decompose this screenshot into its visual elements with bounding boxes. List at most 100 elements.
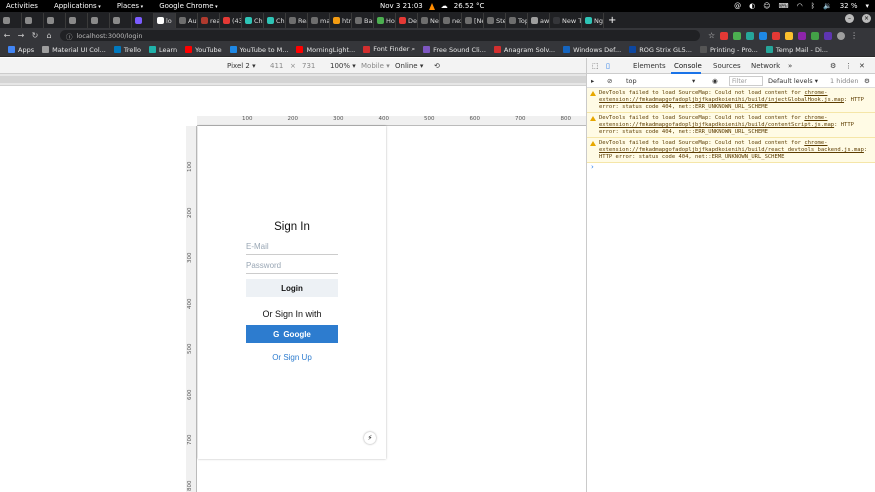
volume-icon[interactable]: 🔉 — [823, 2, 832, 10]
media-query-bar[interactable] — [0, 74, 586, 86]
browser-tab[interactable]: (433 — [220, 13, 242, 28]
levels-select[interactable]: Default levels ▾ — [768, 77, 818, 85]
bookmark-item[interactable]: Windows Def... — [563, 46, 621, 54]
bookmark-item[interactable]: Trello — [113, 46, 141, 54]
network-select[interactable]: Online ▾ — [395, 62, 423, 70]
browser-tab[interactable] — [22, 13, 44, 28]
bookmark-item[interactable]: MorningLight... — [296, 46, 355, 54]
browser-tab[interactable]: Ngal — [582, 13, 604, 28]
browser-tab[interactable]: Chat — [242, 13, 264, 28]
email-field[interactable] — [246, 239, 338, 255]
browser-tab[interactable] — [44, 13, 66, 28]
bookmark-item[interactable]: Anagram Solv... — [493, 46, 555, 54]
reload-icon[interactable]: ↻ — [28, 31, 42, 40]
browser-tab[interactable]: html — [330, 13, 352, 28]
activities-button[interactable]: Activities — [6, 2, 38, 10]
console-sidebar-icon[interactable]: ▸ — [591, 77, 594, 85]
extension-icon[interactable] — [759, 31, 768, 40]
browser-tab[interactable]: mati — [308, 13, 330, 28]
bookmark-item[interactable]: YouTube — [185, 46, 222, 54]
tab-network[interactable]: Network — [751, 62, 780, 70]
browser-tab[interactable]: New Tab — [550, 13, 582, 28]
keyboard-icon[interactable]: ⌨ — [779, 2, 789, 10]
device-height[interactable]: 731 — [302, 62, 315, 70]
bookmark-item[interactable]: Font Finder ⌕ — [363, 45, 415, 54]
extension-icon[interactable] — [824, 31, 833, 40]
new-tab-button[interactable]: + — [608, 13, 616, 28]
minimize-icon[interactable]: – — [845, 14, 854, 23]
kebab-menu-icon[interactable]: ⋮ — [845, 62, 852, 70]
browser-tab[interactable] — [132, 13, 154, 28]
settings-icon[interactable]: ⚙ — [830, 62, 836, 70]
bookmark-item[interactable]: Temp Mail - Di... — [765, 46, 828, 54]
bluetooth-icon[interactable]: ᛒ — [811, 2, 815, 10]
menu-icon[interactable]: ⋮ — [850, 31, 858, 40]
browser-tab[interactable]: Next — [418, 13, 440, 28]
close-devtools-icon[interactable]: ✕ — [859, 62, 865, 70]
theme-icon[interactable]: ◐ — [749, 2, 755, 10]
extension-icon[interactable] — [785, 31, 794, 40]
extension-icon[interactable] — [772, 31, 781, 40]
extension-icon[interactable] — [811, 31, 820, 40]
browser-tab[interactable]: next — [440, 13, 462, 28]
password-field[interactable] — [246, 258, 338, 274]
chrome-app-menu[interactable]: Google Chrome — [159, 2, 217, 10]
applications-menu[interactable]: Applications — [54, 2, 101, 10]
mode-select[interactable]: Mobile ▾ — [361, 62, 390, 70]
browser-tab[interactable]: Top — [506, 13, 528, 28]
battery-status[interactable]: 32 % — [840, 2, 858, 10]
console-filter-input[interactable]: Filter — [729, 76, 763, 86]
system-menu-icon[interactable]: ▾ — [865, 2, 869, 10]
tab-elements[interactable]: Elements — [633, 62, 666, 70]
rotate-icon[interactable]: ⟲ — [434, 62, 440, 70]
zoom-select[interactable]: 100% ▾ — [330, 62, 356, 70]
bookmark-item[interactable]: Learn — [148, 46, 177, 54]
bookmark-item[interactable]: Apps — [8, 46, 34, 54]
browser-tab[interactable] — [110, 13, 132, 28]
extension-icon[interactable] — [798, 31, 807, 40]
browser-tab[interactable]: Basic — [352, 13, 374, 28]
extension-icon[interactable] — [733, 31, 742, 40]
tab-console[interactable]: Console — [674, 62, 702, 70]
at-icon[interactable]: @ — [734, 2, 741, 10]
bookmark-star-icon[interactable]: ☆ — [708, 31, 715, 40]
extension-icon[interactable] — [720, 31, 729, 40]
places-menu[interactable]: Places — [117, 2, 143, 10]
site-info-icon[interactable]: ⓘ — [66, 31, 73, 41]
browser-tab[interactable]: awal — [528, 13, 550, 28]
bookmark-item[interactable]: Free Sound Cli... — [423, 46, 486, 54]
device-toggle-icon[interactable]: ▯ — [606, 62, 610, 70]
browser-tab[interactable] — [66, 13, 88, 28]
device-width[interactable]: 411 — [270, 62, 283, 70]
browser-tab[interactable] — [88, 13, 110, 28]
bookmark-item[interactable]: Printing - Pro... — [699, 46, 758, 54]
browser-tab[interactable]: Chat — [264, 13, 286, 28]
browser-tab[interactable]: Debu — [396, 13, 418, 28]
wifi-icon[interactable]: ◠ — [797, 2, 803, 10]
browser-tab[interactable]: Auth — [176, 13, 198, 28]
extension-icon[interactable] — [746, 31, 755, 40]
google-sign-in-button[interactable]: G Google — [246, 325, 338, 343]
browser-tab[interactable]: Step — [484, 13, 506, 28]
device-select[interactable]: Pixel 2 ▾ — [227, 62, 256, 70]
browser-tab[interactable]: Reac — [286, 13, 308, 28]
more-tabs-icon[interactable]: » — [788, 62, 792, 70]
bookmark-item[interactable]: Material UI Col... — [42, 46, 106, 54]
console-settings-icon[interactable]: ⚙ — [864, 77, 870, 85]
clear-console-icon[interactable]: ⊘ — [607, 77, 612, 85]
context-dropdown-icon[interactable]: ▾ — [692, 77, 695, 85]
back-icon[interactable]: ← — [0, 31, 14, 40]
lightning-icon[interactable]: ⚡ — [364, 432, 376, 444]
weather-temperature[interactable]: 26.52 °C — [454, 2, 485, 10]
forward-icon[interactable]: → — [14, 31, 28, 40]
clock[interactable]: Nov 3 21:03 — [380, 2, 423, 10]
media-query-segment[interactable] — [0, 76, 586, 83]
context-select[interactable]: top — [626, 77, 637, 85]
browser-tab[interactable] — [0, 13, 22, 28]
address-bar[interactable]: ⓘ localhost:3000/login — [60, 30, 700, 41]
sign-up-link[interactable]: Or Sign Up — [198, 353, 386, 362]
vlc-icon[interactable] — [428, 2, 435, 10]
browser-tab[interactable]: lo — [154, 13, 176, 28]
browser-tab[interactable]: How — [374, 13, 396, 28]
browser-tab[interactable]: [Nex — [462, 13, 484, 28]
